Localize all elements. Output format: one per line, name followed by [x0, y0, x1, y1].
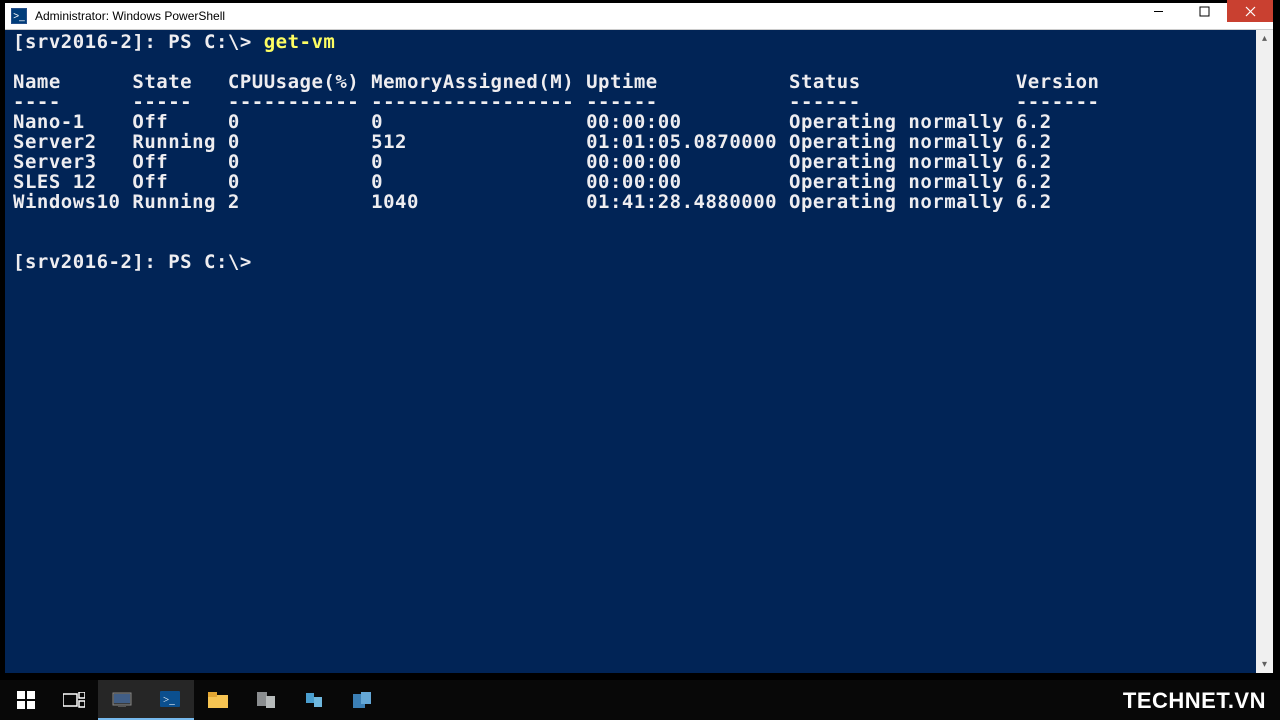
close-button[interactable]	[1227, 0, 1273, 22]
taskview-button[interactable]	[50, 680, 98, 720]
svg-text:>_: >_	[163, 694, 175, 706]
taskbar-app-servermanager[interactable]	[98, 680, 146, 720]
taskbar-app-generic-1[interactable]	[242, 680, 290, 720]
window-controls	[1135, 0, 1273, 22]
powershell-window: >_ Administrator: Windows PowerShell [sr…	[5, 3, 1273, 673]
taskbar-app-powershell[interactable]: >_	[146, 680, 194, 720]
taskbar-app-generic-3[interactable]	[338, 680, 386, 720]
prompt-line: [srv2016-2]: PS C:\> get-vm	[13, 32, 1273, 52]
watermark: TECHNET.VN	[1123, 688, 1266, 714]
scroll-up-icon[interactable]: ▴	[1256, 30, 1273, 47]
taskbar-app-generic-2[interactable]	[290, 680, 338, 720]
titlebar[interactable]: >_ Administrator: Windows PowerShell	[5, 3, 1273, 30]
taskbar-app-explorer[interactable]	[194, 680, 242, 720]
start-button[interactable]	[2, 680, 50, 720]
window-title: Administrator: Windows PowerShell	[35, 9, 225, 23]
scroll-down-icon[interactable]: ▾	[1256, 656, 1273, 673]
vertical-scrollbar[interactable]: ▴ ▾	[1256, 30, 1273, 673]
minimize-button[interactable]	[1135, 0, 1181, 22]
powershell-icon: >_	[11, 8, 27, 24]
taskbar[interactable]: >_	[0, 680, 1280, 720]
terminal-output[interactable]: [srv2016-2]: PS C:\> get-vm Name State C…	[5, 30, 1273, 673]
maximize-button[interactable]	[1181, 0, 1227, 22]
